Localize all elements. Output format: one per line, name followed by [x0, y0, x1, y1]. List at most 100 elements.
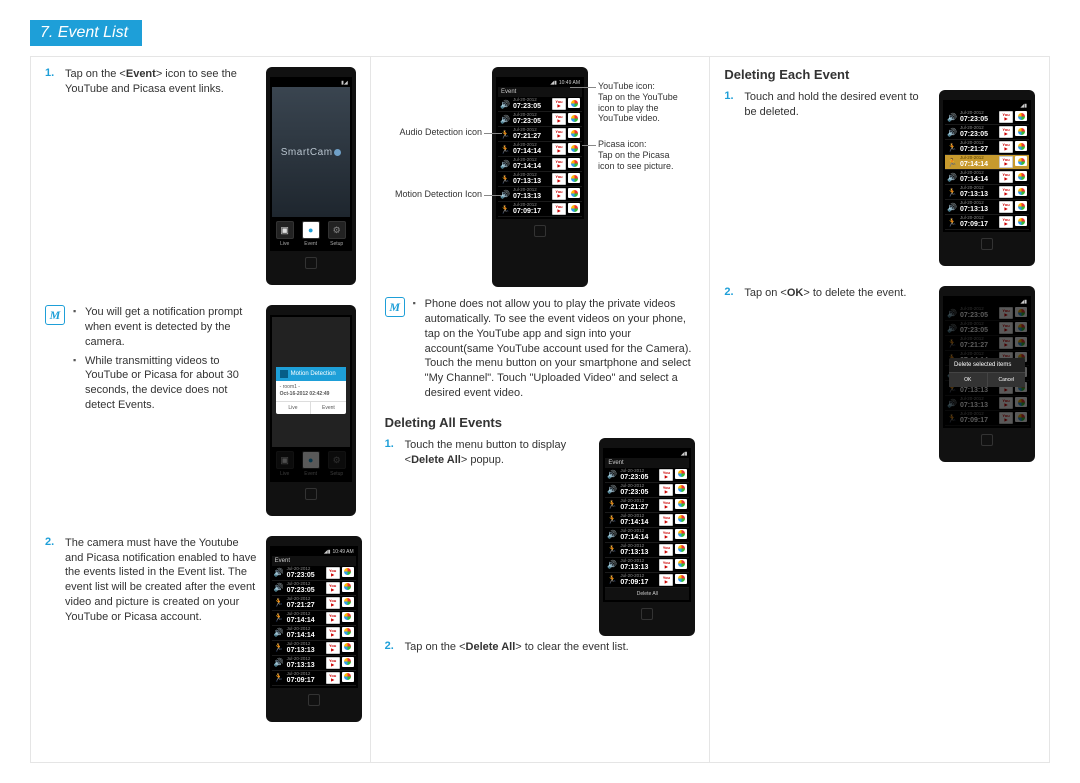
youtube-icon[interactable] — [326, 612, 340, 624]
picasa-icon[interactable] — [342, 582, 354, 592]
home-button[interactable] — [981, 434, 993, 446]
youtube-icon[interactable] — [552, 158, 566, 170]
picasa-icon[interactable] — [1015, 156, 1027, 166]
event-row[interactable]: 🔊 Jul-20-2012 07:13:13 — [605, 558, 689, 573]
event-row[interactable]: 🏃 Jul-20-2012 07:14:14 — [498, 142, 582, 157]
event-row[interactable]: 🏃 Jul-20-2012 07:14:14 — [272, 611, 356, 626]
youtube-icon[interactable] — [659, 544, 673, 556]
event-row[interactable]: 🏃 Jul-20-2012 07:09:17 — [498, 202, 582, 217]
event-row[interactable]: 🔊 Jul-20-2012 07:23:05 — [945, 110, 1029, 125]
event-list[interactable]: 🔊 Jul-20-2012 07:23:05 🔊 Jul-20-2012 07:… — [272, 566, 356, 686]
home-button[interactable] — [308, 694, 320, 706]
picasa-icon[interactable] — [1015, 337, 1027, 347]
picasa-icon[interactable] — [675, 499, 687, 509]
picasa-icon[interactable] — [1015, 397, 1027, 407]
youtube-icon[interactable] — [999, 322, 1013, 334]
event-row[interactable]: 🔊 Jul-20-2012 07:23:05 — [605, 483, 689, 498]
event-row[interactable]: 🔊 Jul-20-2012 07:14:14 — [945, 170, 1029, 185]
event-row[interactable]: 🏃 Jul-20-2012 07:13:13 — [498, 172, 582, 187]
picasa-icon[interactable] — [675, 559, 687, 569]
picasa-icon[interactable] — [1015, 307, 1027, 317]
picasa-icon[interactable] — [675, 529, 687, 539]
youtube-icon[interactable] — [659, 469, 673, 481]
picasa-icon[interactable] — [1015, 322, 1027, 332]
picasa-icon[interactable] — [1015, 171, 1027, 181]
picasa-icon[interactable] — [1015, 186, 1027, 196]
home-button[interactable] — [981, 238, 993, 250]
event-list[interactable]: 🔊 Jul-20-2012 07:23:05 🔊 Jul-20-2012 07:… — [605, 468, 689, 588]
dialog-event-button[interactable]: Event — [311, 402, 346, 415]
picasa-icon[interactable] — [342, 567, 354, 577]
picasa-icon[interactable] — [675, 514, 687, 524]
picasa-icon[interactable] — [1015, 412, 1027, 422]
event-row[interactable]: 🏃 Jul-20-2012 07:14:14 — [605, 513, 689, 528]
event-row[interactable]: 🔊 Jul-20-2012 07:14:14 — [272, 626, 356, 641]
youtube-icon[interactable] — [999, 307, 1013, 319]
youtube-icon[interactable] — [999, 186, 1013, 198]
event-row[interactable]: 🔊 Jul-20-2012 07:23:05 — [272, 566, 356, 581]
picasa-icon[interactable] — [568, 113, 580, 123]
picasa-icon[interactable] — [342, 597, 354, 607]
event-row[interactable]: 🔊 Jul-20-2012 07:14:14 — [498, 157, 582, 172]
youtube-icon[interactable] — [659, 574, 673, 586]
nav-live[interactable]: ▣Live — [276, 221, 294, 247]
picasa-icon[interactable] — [342, 612, 354, 622]
youtube-icon[interactable] — [552, 98, 566, 110]
picasa-icon[interactable] — [1015, 111, 1027, 121]
youtube-icon[interactable] — [659, 529, 673, 541]
youtube-icon[interactable] — [999, 171, 1013, 183]
picasa-icon[interactable] — [1015, 216, 1027, 226]
picasa-icon[interactable] — [568, 158, 580, 168]
picasa-icon[interactable] — [675, 469, 687, 479]
event-row[interactable]: 🏃 Jul-20-2012 07:13:13 — [272, 641, 356, 656]
event-row[interactable]: 🔊 Jul-20-2012 07:13:13 — [945, 396, 1029, 411]
event-row[interactable]: 🏃 Jul-20-2012 07:09:17 — [272, 671, 356, 686]
dialog-ok-button[interactable]: OK — [949, 373, 988, 387]
event-row[interactable]: 🔊 Jul-20-2012 07:14:14 — [605, 528, 689, 543]
picasa-icon[interactable] — [568, 173, 580, 183]
picasa-icon[interactable] — [1015, 141, 1027, 151]
event-row[interactable]: 🔊 Jul-20-2012 07:13:13 — [498, 187, 582, 202]
youtube-icon[interactable] — [326, 627, 340, 639]
picasa-icon[interactable] — [568, 128, 580, 138]
youtube-icon[interactable] — [659, 514, 673, 526]
youtube-icon[interactable] — [326, 567, 340, 579]
event-row[interactable]: 🏃 Jul-20-2012 07:13:13 — [605, 543, 689, 558]
picasa-icon[interactable] — [568, 203, 580, 213]
youtube-icon[interactable] — [999, 156, 1013, 168]
youtube-icon[interactable] — [552, 188, 566, 200]
youtube-icon[interactable] — [659, 484, 673, 496]
event-row[interactable]: 🏃 Jul-20-2012 07:09:17 — [605, 573, 689, 588]
event-row[interactable]: 🔊 Jul-20-2012 07:23:05 — [945, 321, 1029, 336]
youtube-icon[interactable] — [659, 499, 673, 511]
youtube-icon[interactable] — [999, 111, 1013, 123]
home-button[interactable] — [305, 257, 317, 269]
event-row[interactable]: 🏃 Jul-20-2012 07:09:17 — [945, 411, 1029, 426]
picasa-icon[interactable] — [675, 484, 687, 494]
picasa-icon[interactable] — [568, 98, 580, 108]
nav-setup[interactable]: ⚙Setup — [328, 221, 346, 247]
picasa-icon[interactable] — [675, 544, 687, 554]
picasa-icon[interactable] — [1015, 126, 1027, 136]
picasa-icon[interactable] — [568, 188, 580, 198]
event-row[interactable]: 🔊 Jul-20-2012 07:13:13 — [945, 200, 1029, 215]
dialog-live-button[interactable]: Live — [276, 402, 312, 415]
youtube-icon[interactable] — [999, 216, 1013, 228]
event-row[interactable]: 🔊 Jul-20-2012 07:23:05 — [498, 112, 582, 127]
youtube-icon[interactable] — [999, 141, 1013, 153]
event-row[interactable]: 🔊 Jul-20-2012 07:13:13 — [272, 656, 356, 671]
event-row[interactable]: 🔊 Jul-20-2012 07:23:05 — [605, 468, 689, 483]
youtube-icon[interactable] — [999, 412, 1013, 424]
youtube-icon[interactable] — [326, 642, 340, 654]
event-row[interactable]: 🏃 Jul-20-2012 07:21:27 — [272, 596, 356, 611]
home-button[interactable] — [534, 225, 546, 237]
youtube-icon[interactable] — [552, 143, 566, 155]
youtube-icon[interactable] — [326, 582, 340, 594]
picasa-icon[interactable] — [342, 672, 354, 682]
picasa-icon[interactable] — [342, 627, 354, 637]
event-row[interactable]: 🏃 Jul-20-2012 07:09:17 — [945, 215, 1029, 230]
youtube-icon[interactable] — [999, 397, 1013, 409]
event-row[interactable]: 🔊 Jul-20-2012 07:23:05 — [272, 581, 356, 596]
picasa-icon[interactable] — [675, 574, 687, 584]
picasa-icon[interactable] — [1015, 201, 1027, 211]
